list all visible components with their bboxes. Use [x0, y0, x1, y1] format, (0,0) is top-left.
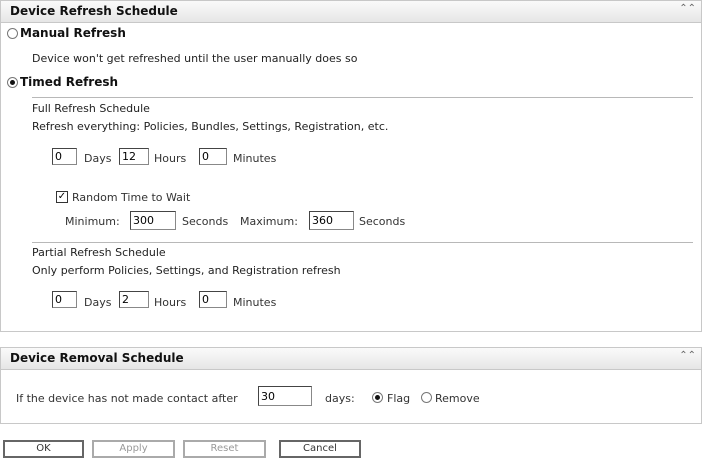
manual-refresh-label: Manual Refresh [20, 26, 126, 40]
seconds-label: Seconds [359, 215, 406, 228]
remove-label: Remove [435, 392, 480, 405]
partial-refresh-title: Partial Refresh Schedule [32, 246, 166, 259]
divider [32, 242, 693, 243]
flag-label: Flag [387, 392, 411, 405]
removal-prefix-label: If the device has not made contact after [16, 392, 238, 405]
flag-radio[interactable] [372, 392, 383, 403]
partial-hours-input[interactable] [119, 291, 149, 308]
full-hours-input[interactable] [119, 148, 149, 165]
hours-label: Hours [154, 152, 187, 165]
divider [32, 97, 693, 98]
hours-label: Hours [154, 296, 187, 309]
partial-refresh-description: Only perform Policies, Settings, and Reg… [32, 264, 341, 277]
full-days-input[interactable] [52, 148, 77, 165]
timed-refresh-radio[interactable] [7, 77, 18, 88]
collapse-icon[interactable]: ⌃⌃ [679, 3, 696, 14]
collapse-icon[interactable]: ⌃⌃ [679, 350, 696, 361]
remove-radio[interactable] [421, 392, 432, 403]
partial-days-input[interactable] [52, 291, 77, 308]
reset-button[interactable]: Reset [183, 440, 266, 458]
random-time-checkbox[interactable]: ✓ [56, 191, 68, 203]
maximum-label: Maximum: [240, 215, 298, 228]
random-time-label: Random Time to Wait [72, 191, 191, 204]
section-title: Device Removal Schedule [10, 351, 184, 365]
manual-refresh-description: Device won't get refreshed until the use… [32, 52, 358, 65]
removal-days-label: days: [325, 392, 355, 405]
refresh-section-border [0, 0, 702, 332]
minimum-label: Minimum: [65, 215, 120, 228]
cancel-button[interactable]: Cancel [279, 440, 361, 458]
maximum-seconds-input[interactable] [309, 211, 354, 230]
minutes-label: Minutes [233, 152, 277, 165]
manual-refresh-radio[interactable] [7, 28, 18, 39]
seconds-label: Seconds [182, 215, 229, 228]
days-label: Days [84, 152, 112, 165]
ok-button[interactable]: OK [3, 440, 84, 458]
partial-minutes-input[interactable] [199, 291, 227, 308]
removal-days-input[interactable] [258, 386, 312, 406]
minutes-label: Minutes [233, 296, 277, 309]
minimum-seconds-input[interactable] [130, 211, 176, 230]
apply-button[interactable]: Apply [92, 440, 175, 458]
days-label: Days [84, 296, 112, 309]
section-title: Device Refresh Schedule [10, 4, 178, 18]
full-refresh-description: Refresh everything: Policies, Bundles, S… [32, 120, 389, 133]
timed-refresh-label: Timed Refresh [20, 75, 119, 89]
removal-section-header: Device Removal Schedule ⌃⌃ [0, 347, 702, 370]
full-minutes-input[interactable] [199, 148, 227, 165]
refresh-section-header: Device Refresh Schedule ⌃⌃ [0, 0, 702, 23]
full-refresh-title: Full Refresh Schedule [32, 102, 150, 115]
